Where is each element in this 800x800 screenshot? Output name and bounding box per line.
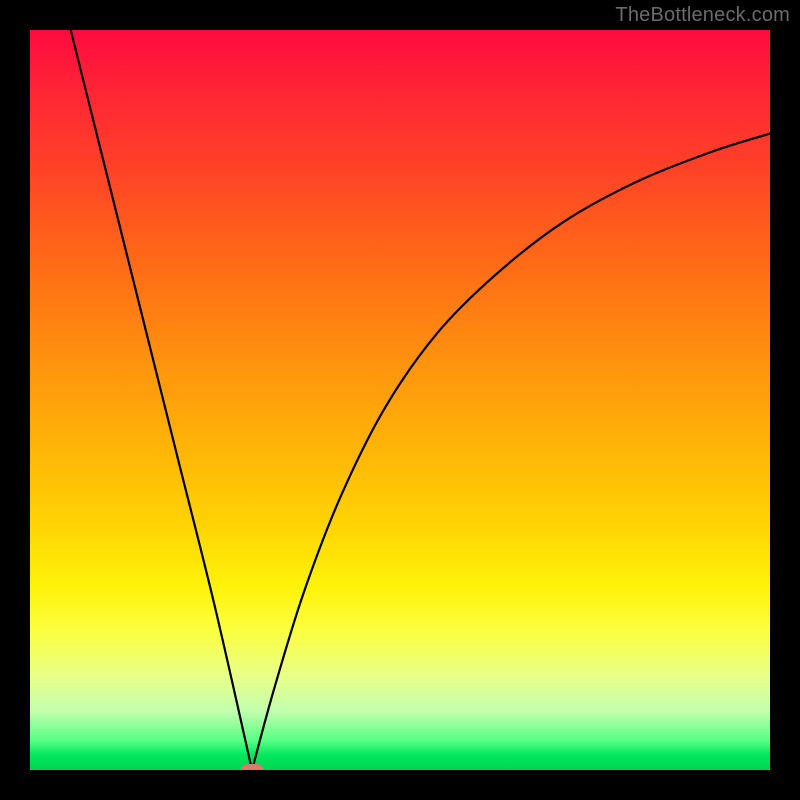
watermark-text: TheBottleneck.com [615,4,790,27]
chart-frame: TheBottleneck.com [0,0,800,800]
optimum-marker [241,764,263,770]
bottleneck-curve [71,30,770,770]
plot-area [30,30,770,770]
curve-layer [30,30,770,770]
